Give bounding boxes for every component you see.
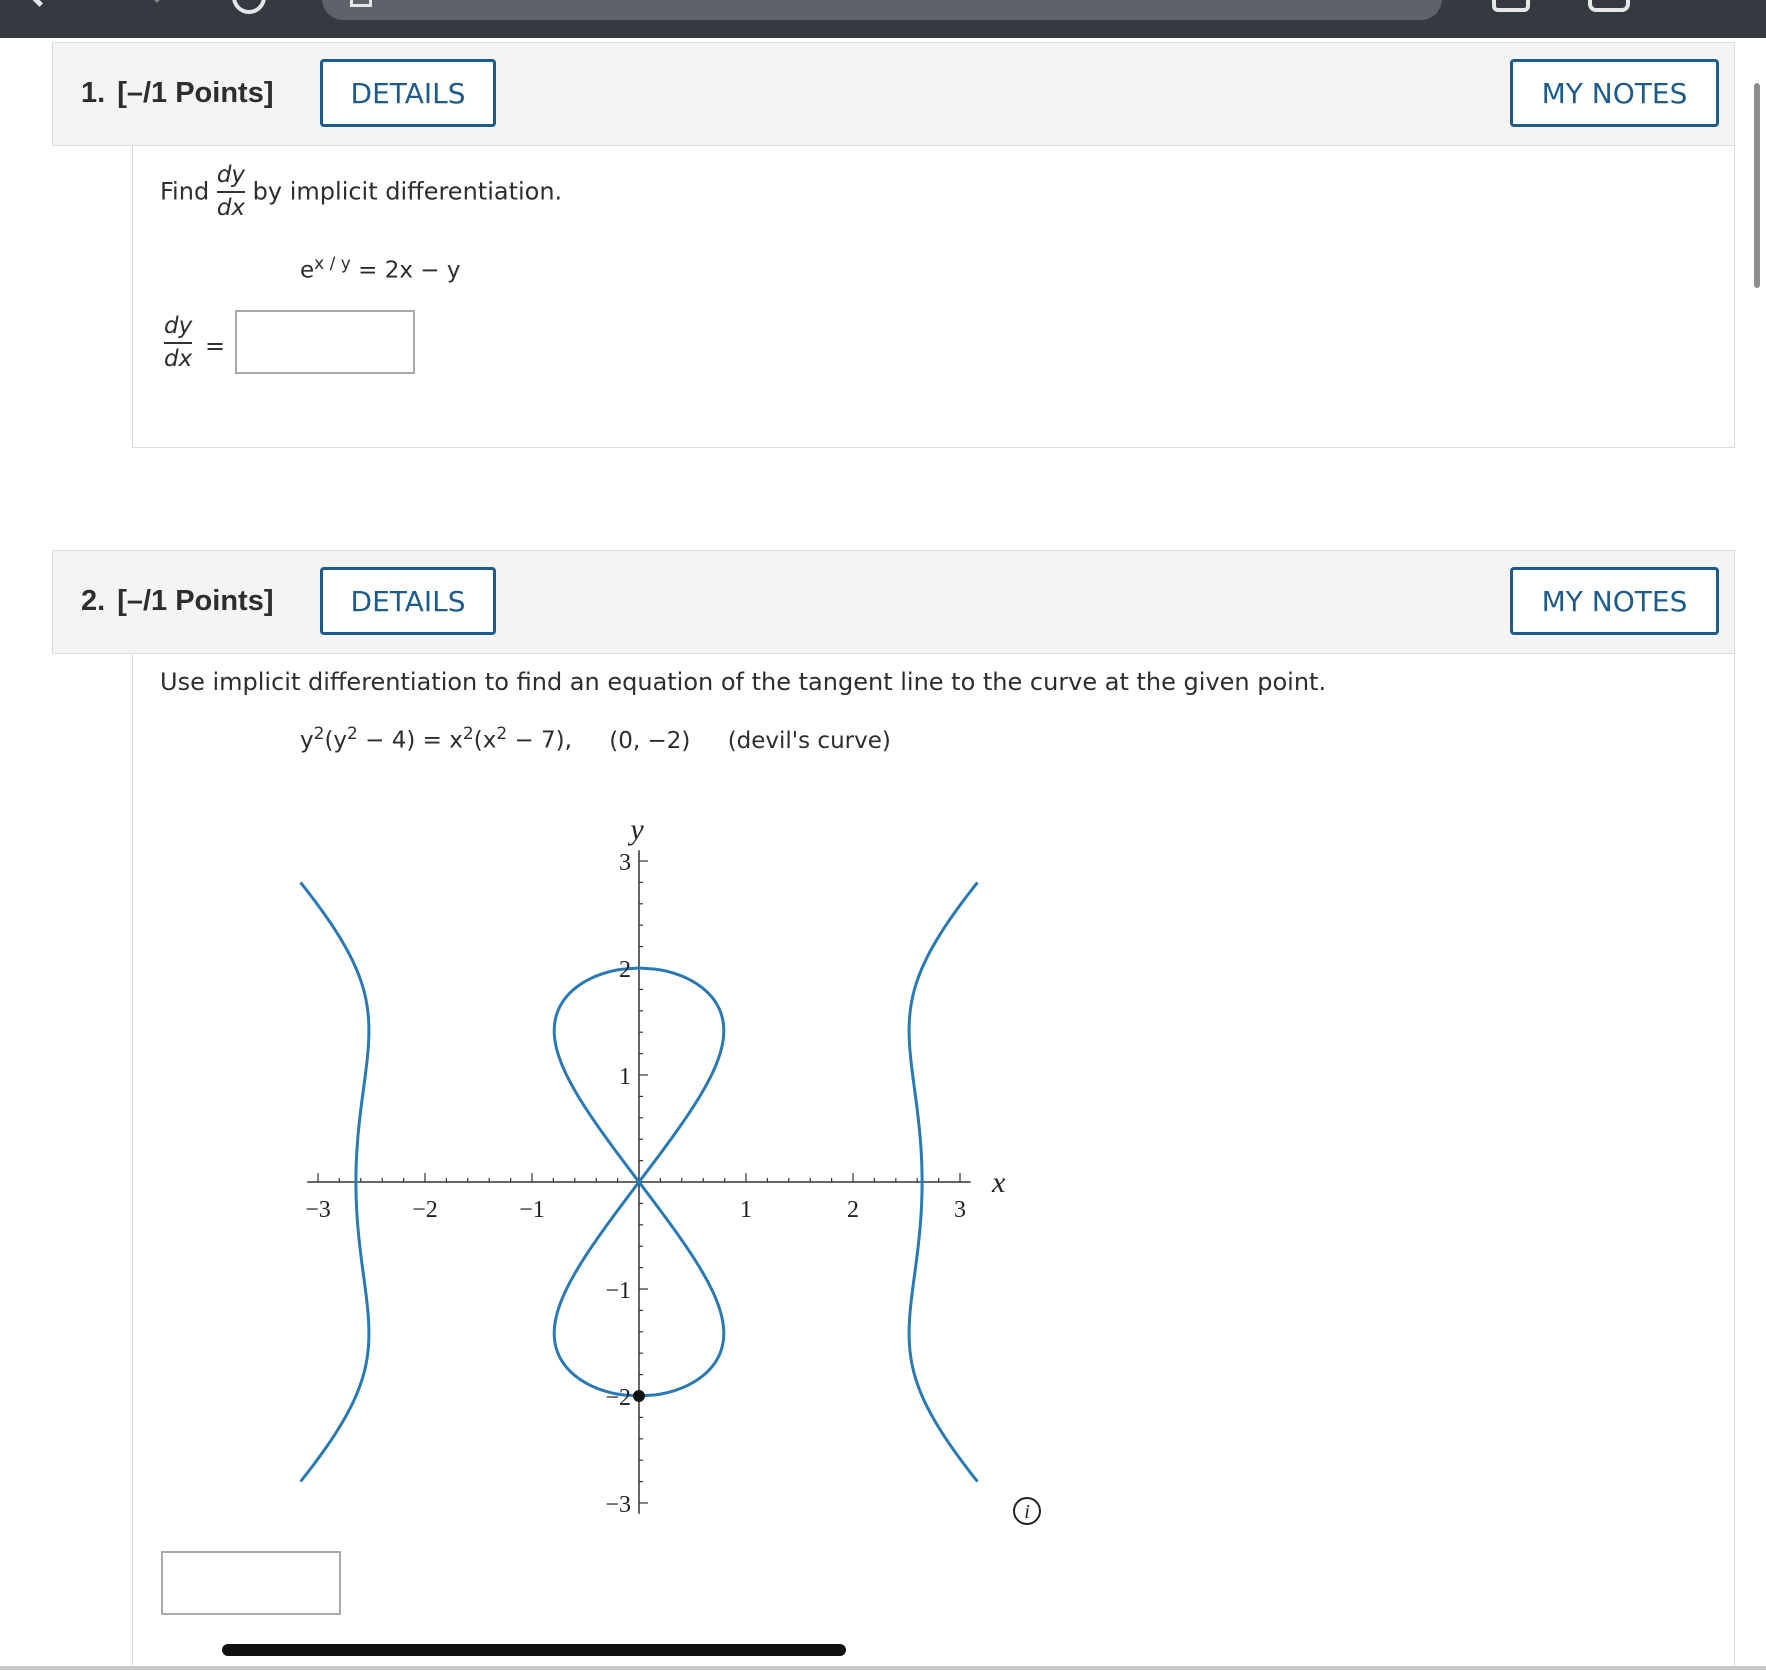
- x-axis-label: x: [991, 1166, 1006, 1199]
- details-button[interactable]: DETAILS: [320, 567, 496, 635]
- question-1-equation: ex / y = 2x − y: [300, 254, 460, 284]
- given-point-marker: [633, 1390, 645, 1402]
- scrollbar[interactable]: [1754, 83, 1760, 288]
- my-notes-button[interactable]: MY NOTES: [1510, 59, 1719, 127]
- question-1-body: Find dy dx by implicit differentiation. …: [132, 146, 1735, 448]
- eq-part: (y: [324, 727, 348, 754]
- eq-sup: 2: [347, 724, 358, 744]
- equals-sign: =: [205, 332, 226, 360]
- answer-input[interactable]: [161, 1551, 341, 1615]
- eq-sup: 2: [313, 724, 325, 744]
- equation-base: e: [300, 257, 315, 284]
- home-indicator: [222, 1644, 846, 1656]
- reload-icon[interactable]: [232, 0, 266, 14]
- forward-arrow-icon[interactable]: [147, 0, 167, 3]
- question-1-header: 1. [–/1 Points] DETAILS MY NOTES: [52, 42, 1735, 146]
- eq-sup: 2: [462, 724, 474, 744]
- question-1-title: 1. [–/1 Points]: [81, 77, 274, 110]
- question-number: 1.: [81, 77, 106, 109]
- curve-name: (devil's curve): [727, 727, 891, 754]
- browser-toolbar: [0, 0, 1766, 38]
- x-tick-label: 3: [954, 1197, 966, 1223]
- y-tick-label: −2: [605, 1385, 631, 1411]
- answer-input[interactable]: [235, 310, 415, 374]
- question-2-header: 2. [–/1 Points] DETAILS MY NOTES: [52, 550, 1735, 654]
- x-tick-label: −3: [305, 1197, 331, 1223]
- eq-part: − 4) = x: [357, 727, 463, 754]
- y-axis-label: y: [627, 813, 644, 846]
- y-tick-label: 3: [619, 850, 631, 876]
- equation-rest: = 2x − y: [350, 257, 461, 284]
- devils-curve-graph: −3 −2 −1 1 2 3 3 2 1 −1 −2 −3 x y i: [299, 813, 1041, 1525]
- dy-dx-fraction: dy dx: [164, 313, 193, 373]
- bottom-edge: [0, 1666, 1766, 1670]
- eq-part: − 7),: [507, 727, 572, 754]
- given-point: (0, −2): [609, 727, 691, 754]
- menu-icon[interactable]: [1588, 0, 1630, 12]
- question-number: 2.: [81, 585, 106, 617]
- question-2-title: 2. [–/1 Points]: [81, 585, 274, 618]
- x-tick-label: 2: [847, 1197, 859, 1223]
- eq-part: y: [300, 727, 314, 754]
- x-tick-label: 1: [740, 1197, 752, 1223]
- fraction-denominator: dx: [216, 195, 246, 222]
- x-tick-label: −2: [412, 1197, 438, 1223]
- question-points: [–/1 Points]: [117, 77, 274, 109]
- prompt-text-after: by implicit differentiation.: [252, 177, 563, 206]
- fraction-bar: [164, 342, 193, 345]
- back-arrow-icon[interactable]: [26, 0, 53, 7]
- equation-exponent: x / y: [314, 254, 351, 274]
- my-notes-button[interactable]: MY NOTES: [1510, 567, 1719, 635]
- fraction-bar: [216, 191, 246, 194]
- fraction-numerator: dy: [216, 162, 246, 188]
- tabs-icon[interactable]: [1492, 0, 1530, 12]
- question-1-prompt: Find dy dx by implicit differentiation.: [160, 162, 563, 222]
- y-tick-label: 1: [619, 1064, 631, 1090]
- eq-sup: 2: [496, 724, 508, 744]
- dy-dx-fraction: dy dx: [216, 162, 246, 222]
- answer-label: dy dx: [164, 313, 193, 373]
- fraction-numerator: dy: [164, 313, 193, 339]
- question-points: [–/1 Points]: [117, 585, 274, 617]
- details-button[interactable]: DETAILS: [320, 59, 496, 127]
- y-tick-label: −3: [605, 1492, 631, 1518]
- share-icon[interactable]: [350, 0, 372, 7]
- eq-part: (x: [473, 727, 497, 754]
- y-tick-label: −1: [605, 1278, 631, 1304]
- svg-text:i: i: [1024, 1501, 1030, 1523]
- address-bar[interactable]: [322, 0, 1442, 20]
- y-tick-label: 2: [619, 957, 631, 983]
- question-2-equation: y2(y2 − 4) = x2(x2 − 7), (0, −2) (devil'…: [300, 724, 891, 754]
- prompt-text-before: Find: [160, 177, 210, 206]
- x-tick-label: −1: [519, 1197, 545, 1223]
- info-icon[interactable]: i: [1013, 1497, 1041, 1525]
- fraction-denominator: dx: [164, 346, 193, 373]
- question-2-prompt: Use implicit differentiation to find an …: [160, 668, 1327, 696]
- tick-labels: −3 −2 −1 1 2 3 3 2 1 −1 −2 −3 x y: [305, 813, 1006, 1518]
